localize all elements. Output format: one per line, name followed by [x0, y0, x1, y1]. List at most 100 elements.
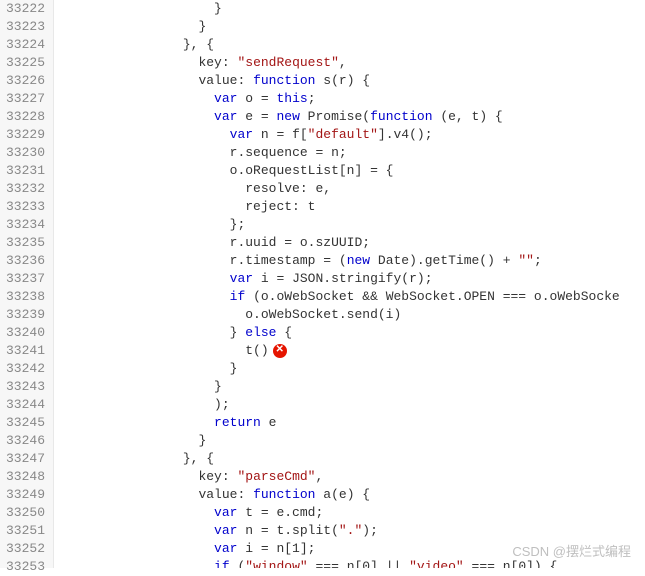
code-line[interactable]: }: [58, 432, 645, 450]
code-token: function: [370, 108, 432, 126]
code-token: o.oRequestList[n] = {: [230, 162, 394, 180]
code-area[interactable]: } } }, { key: "sendRequest", value: func…: [54, 0, 645, 568]
code-token: r.uuid = o.szUUID;: [230, 234, 370, 252]
code-token: {: [276, 324, 292, 342]
code-line[interactable]: }: [58, 18, 645, 36]
line-number: 33235: [6, 234, 45, 252]
code-line[interactable]: o.oRequestList[n] = {: [58, 162, 645, 180]
code-token: }: [214, 0, 222, 18]
code-token: key:: [198, 54, 237, 72]
code-token: o =: [237, 90, 276, 108]
line-number: 33240: [6, 324, 45, 342]
code-token: var: [214, 540, 237, 558]
code-token: }: [230, 360, 238, 378]
code-token: var: [214, 108, 237, 126]
watermark: CSDN @摆烂式编程: [512, 541, 631, 560]
line-number: 33226: [6, 72, 45, 90]
line-number: 33246: [6, 432, 45, 450]
code-token: n = f[: [253, 126, 308, 144]
code-token: i = JSON.stringify(r);: [253, 270, 432, 288]
line-number: 33249: [6, 486, 45, 504]
code-editor[interactable]: 3322233223332243322533226332273322833229…: [0, 0, 645, 568]
line-number: 33222: [6, 0, 45, 18]
code-token: s(r) {: [315, 72, 370, 90]
code-line[interactable]: }, {: [58, 36, 645, 54]
line-number: 33241: [6, 342, 45, 360]
code-token: var: [230, 270, 253, 288]
code-token: new: [276, 108, 299, 126]
code-token: else: [245, 324, 276, 342]
code-line[interactable]: };: [58, 216, 645, 234]
code-token: === n[0] ||: [308, 558, 409, 568]
line-number: 33242: [6, 360, 45, 378]
code-line[interactable]: r.timestamp = (new Date).getTime() + "";: [58, 252, 645, 270]
line-number: 33252: [6, 540, 45, 558]
code-token: }: [230, 324, 246, 342]
code-token: );: [214, 396, 230, 414]
code-line[interactable]: resolve: e,: [58, 180, 645, 198]
line-number: 33243: [6, 378, 45, 396]
error-icon[interactable]: ✕: [273, 344, 287, 358]
code-line[interactable]: r.sequence = n;: [58, 144, 645, 162]
line-number: 33232: [6, 180, 45, 198]
line-number: 33238: [6, 288, 45, 306]
line-number-gutter: 3322233223332243322533226332273322833229…: [0, 0, 54, 568]
code-token: }, {: [183, 450, 214, 468]
code-token: ,: [339, 54, 347, 72]
code-token: a(e) {: [315, 486, 370, 504]
line-number: 33229: [6, 126, 45, 144]
code-line[interactable]: } else {: [58, 324, 645, 342]
code-line[interactable]: reject: t: [58, 198, 645, 216]
code-token: ".": [339, 522, 362, 540]
code-token: "parseCmd": [237, 468, 315, 486]
code-token: if: [230, 288, 246, 306]
code-token: "default": [308, 126, 378, 144]
code-line[interactable]: value: function s(r) {: [58, 72, 645, 90]
code-line[interactable]: key: "parseCmd",: [58, 468, 645, 486]
code-token: var: [214, 522, 237, 540]
code-token: r.sequence = n;: [230, 144, 347, 162]
code-line[interactable]: }, {: [58, 450, 645, 468]
code-line[interactable]: r.uuid = o.szUUID;: [58, 234, 645, 252]
code-token: Date).getTime() +: [370, 252, 518, 270]
code-token: (o.oWebSocket && WebSocket.OPEN === o.oW…: [245, 288, 619, 306]
code-line[interactable]: var i = JSON.stringify(r);: [58, 270, 645, 288]
code-line[interactable]: o.oWebSocket.send(i): [58, 306, 645, 324]
line-number: 33231: [6, 162, 45, 180]
code-line[interactable]: }: [58, 360, 645, 378]
code-token: (: [230, 558, 246, 568]
code-token: resolve: e,: [245, 180, 331, 198]
code-line[interactable]: }: [58, 0, 645, 18]
code-line[interactable]: var e = new Promise(function (e, t) {: [58, 108, 645, 126]
code-line[interactable]: );: [58, 396, 645, 414]
code-token: t(): [245, 342, 268, 360]
code-token: }, {: [183, 36, 214, 54]
line-number: 33245: [6, 414, 45, 432]
code-line[interactable]: if (o.oWebSocket && WebSocket.OPEN === o…: [58, 288, 645, 306]
code-token: i = n[1];: [237, 540, 315, 558]
line-number: 33234: [6, 216, 45, 234]
code-token: t = e.cmd;: [237, 504, 323, 522]
code-line[interactable]: var t = e.cmd;: [58, 504, 645, 522]
code-token: }: [198, 18, 206, 36]
line-number: 33250: [6, 504, 45, 522]
code-token: Promise(: [300, 108, 370, 126]
code-line[interactable]: return e: [58, 414, 645, 432]
line-number: 33224: [6, 36, 45, 54]
code-token: "sendRequest": [237, 54, 338, 72]
code-token: r.timestamp = (: [230, 252, 347, 270]
code-line[interactable]: }: [58, 378, 645, 396]
code-line[interactable]: var n = t.split(".");: [58, 522, 645, 540]
code-token: this: [276, 90, 307, 108]
code-token: if: [214, 558, 230, 568]
line-number: 33230: [6, 144, 45, 162]
code-line[interactable]: value: function a(e) {: [58, 486, 645, 504]
code-line[interactable]: var n = f["default"].v4();: [58, 126, 645, 144]
code-token: ;: [534, 252, 542, 270]
code-line[interactable]: t() ✕: [58, 342, 645, 360]
code-token: key:: [198, 468, 237, 486]
code-line[interactable]: var o = this;: [58, 90, 645, 108]
code-token: var: [214, 504, 237, 522]
code-line[interactable]: key: "sendRequest",: [58, 54, 645, 72]
code-token: "window": [245, 558, 307, 568]
